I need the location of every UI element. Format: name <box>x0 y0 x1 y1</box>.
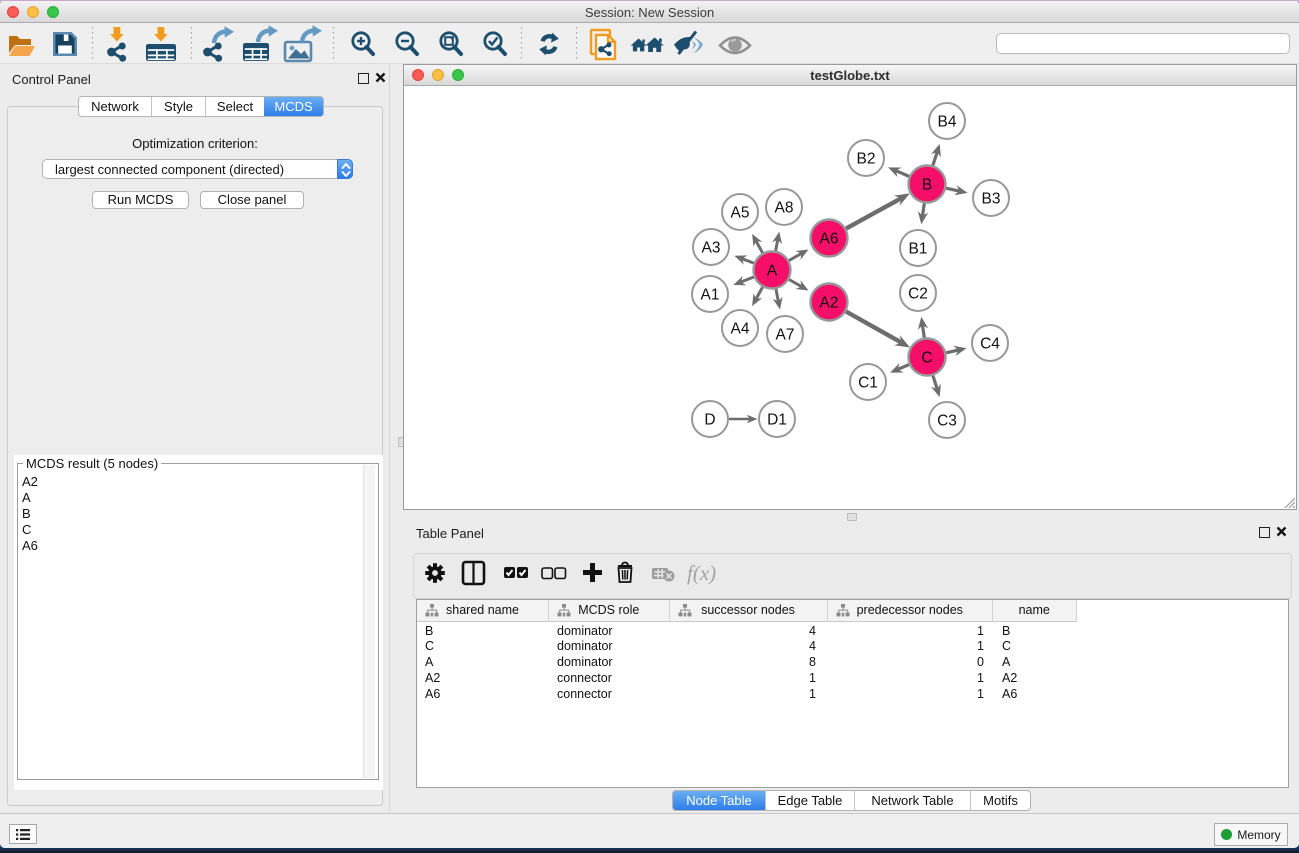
svg-text:B4: B4 <box>938 114 957 131</box>
svg-text:A5: A5 <box>731 205 750 222</box>
svg-text:A7: A7 <box>776 327 795 344</box>
svg-text:A1: A1 <box>701 287 720 304</box>
svg-text:A2: A2 <box>820 295 839 312</box>
svg-text:A3: A3 <box>702 240 721 257</box>
svg-text:A4: A4 <box>731 321 750 338</box>
svg-text:A8: A8 <box>775 200 794 217</box>
svg-text:f(x): f(x) <box>687 561 716 585</box>
svg-text:A: A <box>767 263 778 280</box>
svg-text:A6: A6 <box>820 231 839 248</box>
svg-text:C1: C1 <box>858 375 878 392</box>
svg-text:B: B <box>922 177 932 194</box>
svg-text:B1: B1 <box>909 241 928 258</box>
svg-text:D: D <box>704 412 715 429</box>
svg-text:B3: B3 <box>982 191 1001 208</box>
svg-text:C2: C2 <box>908 286 928 303</box>
svg-text:C4: C4 <box>980 336 1000 353</box>
svg-text:C: C <box>921 350 932 367</box>
svg-text:B2: B2 <box>857 151 876 168</box>
svg-text:C3: C3 <box>937 413 957 430</box>
svg-text:D1: D1 <box>767 412 787 429</box>
